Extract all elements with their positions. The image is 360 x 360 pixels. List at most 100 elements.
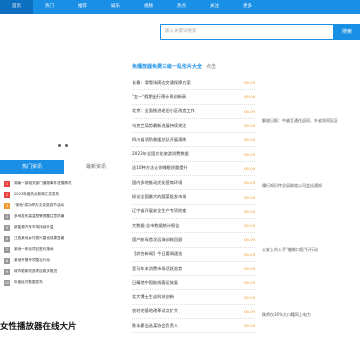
list-item[interactable]: "五一"假期出行预计再创新高 08-09 — [132, 90, 255, 105]
rank-badge: 2 — [4, 191, 10, 198]
banner-carousel[interactable] — [0, 58, 128, 140]
hot-list: 1 湖南一镇相关部门通报事件进展情况 2 2023年度热点新闻汇总发布 3 "某地"成… — [0, 178, 128, 288]
search-input[interactable]: 输入关键词搜索 — [160, 24, 334, 40]
list-item-text: 辽宁省开展安全生产专项检查 — [132, 208, 187, 214]
list-item-date: 08-09 — [243, 194, 255, 200]
list-item-text: 北京：全面推进老旧小区改造工作 — [132, 108, 195, 114]
list-item[interactable]: 长春：滑雪场周边交通保障方案 08-09 — [132, 76, 255, 91]
list-item-text: 日精地中国航线客运恢复 — [132, 279, 179, 285]
list-item[interactable]: 北京：全面推进老旧小区改造工作 08-09 — [132, 105, 255, 119]
list-item-text: 年度经济数据发布 — [14, 280, 43, 284]
side-note[interactable]: 公安上市入手"偏制口役"行行动 — [262, 247, 318, 253]
list-item[interactable]: 国产航母首次远海训练回顾 08-09 — [132, 233, 255, 248]
list-item[interactable]: 日精地中国航线客运恢复 08-09 — [132, 276, 255, 291]
list-item-date: 08-09 — [243, 323, 255, 329]
list-item[interactable]: 2 2023年度热点新闻汇总发布 — [0, 189, 128, 200]
side-note[interactable]: 陕师仅30%大口籍同上电力 — [262, 312, 311, 318]
list-item[interactable]: 6 江西某地乡村振兴建设成果显著 — [0, 233, 128, 244]
nav-item-6[interactable]: 关注 — [198, 0, 231, 14]
list-item[interactable]: 四川省消防救援总队开展演练 08-09 — [132, 133, 255, 148]
list-item-date: 08-09 — [243, 280, 255, 286]
list-item-text: 乌克兰局势最新进展持续关注 — [132, 122, 187, 128]
list-item-date: 08-09 — [243, 251, 255, 257]
list-item[interactable]: 1 湖南一镇相关部门通报事件进展情况 — [0, 178, 128, 189]
list-item-text: 农村宅基地改革试点扩大 — [132, 308, 179, 314]
side-note[interactable]: 儒行知识传业局联络公司会议通知 — [262, 183, 322, 189]
list-item-text: "某地"成功举办文化旅游节活动 — [14, 203, 65, 207]
nav-item-7[interactable]: 更多 — [231, 0, 264, 14]
tab-latest[interactable]: 最新资讯 — [64, 160, 128, 174]
carousel-dot[interactable] — [58, 144, 61, 147]
list-item-date: 08-09 — [243, 123, 255, 129]
nav-item-2[interactable]: 推荐 — [66, 0, 99, 14]
tab-hot[interactable]: 热门资讯 — [0, 160, 64, 174]
rank-badge: 6 — [4, 235, 10, 242]
list-item-text: 四川省消防救援总队开展演练 — [132, 136, 187, 142]
list-item[interactable]: 北大博士生谈科技创新 08-09 — [132, 290, 255, 305]
list-item-text: 国产航母首次远海训练回顾 — [132, 236, 183, 242]
list-item-text: 新能源汽车市场持续升温 — [14, 225, 54, 229]
list-item-date: 08-09 — [243, 208, 255, 214]
nav-item-5[interactable]: 热点 — [165, 0, 198, 14]
list-item[interactable]: 9 城市更新改造项目稳步推进 — [0, 266, 128, 277]
main-list: 长春：滑雪场周边交通保障方案 08-09 "五一"假期出行预计再创新高 08-09 … — [132, 76, 255, 334]
list-item[interactable]: 2023年全国文化旅游消费数据 08-09 — [132, 147, 255, 162]
list-item-text: 湖南一镇相关部门通报事件进展情况 — [14, 181, 72, 185]
list-item-text: 室马年末消费市场活跃态势 — [132, 265, 183, 271]
list-item-date: 08-09 — [243, 223, 255, 229]
nav-item-home[interactable]: 首页 — [0, 0, 33, 14]
carousel-dot[interactable] — [65, 144, 68, 147]
nav-item-3[interactable]: 娱乐 — [99, 0, 132, 14]
list-item[interactable]: 辽宁省开展安全生产专项检查 08-09 — [132, 205, 255, 219]
list-item-date: 08-09 — [243, 94, 255, 100]
list-item[interactable]: 这10种方法让你睡眠质量提升 08-09 — [132, 162, 255, 177]
logo-area — [0, 15, 160, 63]
list-item-text: 某地开展专项整治行动 — [14, 258, 50, 262]
list-item-date: 08-09 — [243, 180, 255, 186]
rank-badge: 9 — [4, 268, 10, 275]
rank-badge: 5 — [4, 224, 10, 231]
list-item-text: 江西某地乡村振兴建设成果显著 — [14, 236, 65, 240]
list-item-text: 多地发布高温预警提醒注意防暑 — [14, 214, 65, 218]
nav-item-1[interactable]: 热门 — [33, 0, 66, 14]
list-item[interactable]: 大数据·全市数据统计报告 08-09 — [132, 219, 255, 234]
list-item-text: 陈永豪当选某协会负责人 — [132, 322, 179, 328]
list-item[interactable]: 3 "某地"成功举办文化旅游节活动 — [0, 200, 128, 211]
list-item[interactable]: 5 新能源汽车市场持续升温 — [0, 222, 128, 233]
list-item-text: 2023年全国文化旅游消费数据 — [132, 151, 189, 157]
list-item[interactable]: 室马年末消费市场活跃态势 08-09 — [132, 262, 255, 277]
nav-item-4[interactable]: 视频 — [132, 0, 165, 14]
list-item-text: 【综合新闻】今日要闻速览 — [132, 251, 183, 257]
list-item[interactable]: 探访全国最大的蔬菜批发市场 08-09 — [132, 190, 255, 205]
list-item[interactable]: 乌克兰局势最新进展持续关注 08-09 — [132, 119, 255, 134]
list-item-date: 08-09 — [243, 137, 255, 143]
rank-badge: 7 — [4, 246, 10, 253]
main-title-text[interactable]: 免播放器免费三级一乱伦片大全 — [132, 64, 202, 70]
hot-tabs: 热门资讯 最新资讯 — [0, 160, 128, 174]
list-item-text: 国内多地推动优化营商环境 — [132, 179, 183, 185]
list-item[interactable]: 农村宅基地改革试点扩大 08-09 — [132, 305, 255, 320]
top-nav-bar: 首页 热门 推荐 娱乐 视频 热点 关注 更多 — [0, 0, 360, 14]
rank-badge: 4 — [4, 213, 10, 220]
list-item[interactable]: 【综合新闻】今日要闻速览 08-09 — [132, 248, 255, 262]
list-item[interactable]: 陈永豪当选某协会负责人 08-09 — [132, 319, 255, 334]
rank-badge: 3 — [4, 202, 10, 209]
side-note[interactable]: 解放日报：中越互通往返班，外省到同区区 — [262, 118, 338, 124]
list-item-date: 08-09 — [243, 266, 255, 271]
search-button[interactable]: 搜索 — [334, 24, 360, 40]
list-item[interactable]: 7 某地一体化项目签约落地 — [0, 244, 128, 255]
list-item-text: 探访全国最大的蔬菜批发市场 — [132, 194, 187, 200]
rank-badge: 10 — [4, 279, 10, 286]
list-item[interactable]: 国内多地推动优化营商环境 08-09 — [132, 176, 255, 191]
list-item-date: 08-09 — [243, 151, 255, 157]
main-title-sub[interactable]: 点击 — [206, 64, 216, 70]
list-item-text: 大数据·全市数据统计报告 — [132, 222, 180, 228]
rank-badge: 8 — [4, 257, 10, 264]
list-item[interactable]: 10 年度经济数据发布 — [0, 277, 128, 288]
list-item[interactable]: 8 某地开展专项整治行动 — [0, 255, 128, 266]
list-item-text: "五一"假期出行预计再创新高 — [132, 93, 187, 99]
main-title: 免播放器免费三级一乱伦片大全 点击 — [132, 63, 216, 70]
list-item-text: 城市更新改造项目稳步推进 — [14, 269, 58, 273]
list-item-date: 08-09 — [243, 294, 255, 300]
list-item[interactable]: 4 多地发布高温预警提醒注意防暑 — [0, 211, 128, 222]
